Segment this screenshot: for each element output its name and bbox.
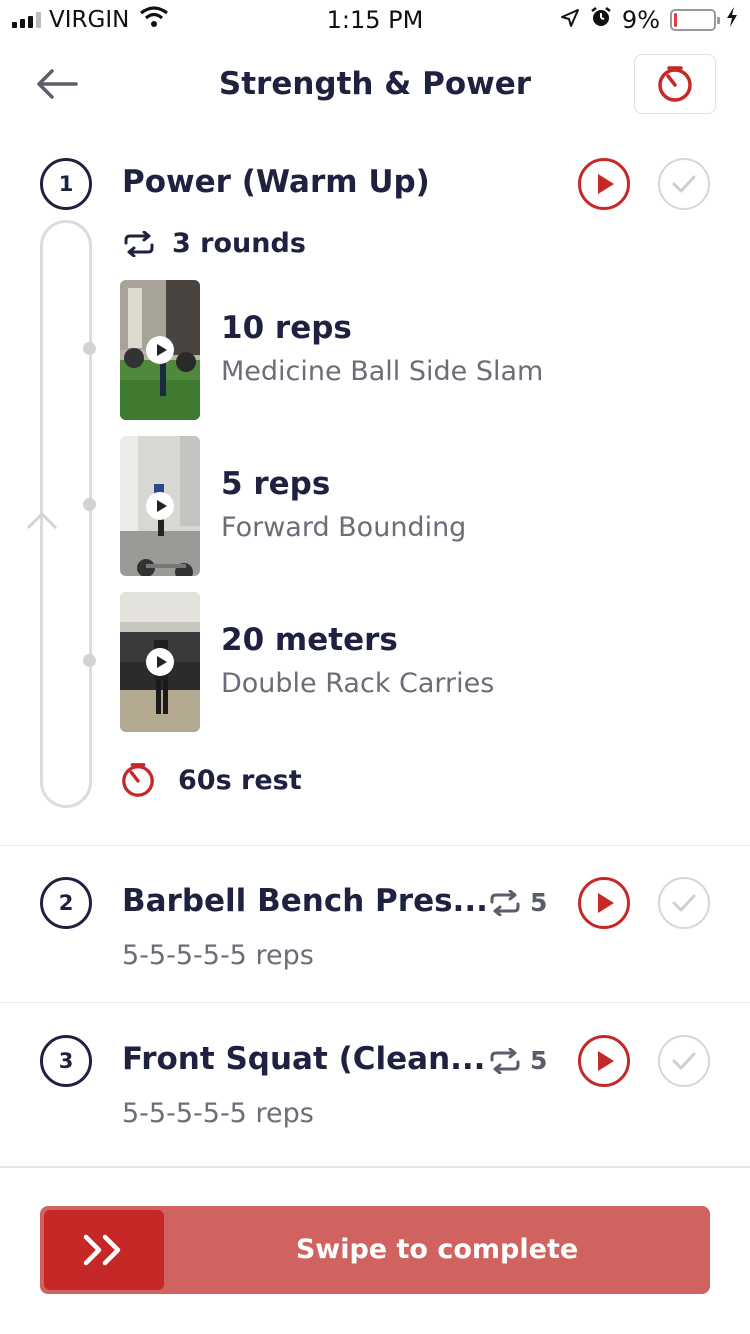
section-2-complete-button[interactable]: [658, 877, 710, 929]
track-dot: [83, 498, 96, 511]
exercise-quantity: 5 reps: [221, 466, 331, 502]
section-3-number: 3: [40, 1035, 92, 1087]
section-2-rounds: 5: [488, 888, 547, 917]
section-3-rounds: 5: [488, 1046, 547, 1075]
exercise-row[interactable]: 10 reps Medicine Ball Side Slam: [120, 280, 720, 420]
repeat-icon: [124, 230, 154, 257]
rest-label: 60s rest: [178, 764, 302, 796]
section-1-number: 1: [40, 158, 92, 210]
exercise-name: Double Rack Carries: [221, 668, 495, 699]
timer-icon: [122, 763, 154, 797]
status-bar: VIRGIN 1:15 PM 9%: [0, 0, 750, 40]
repeat-icon: [490, 889, 520, 916]
check-icon: [672, 1052, 696, 1070]
section-2-play-button[interactable]: [578, 877, 630, 929]
play-icon: [146, 492, 174, 520]
alarm-icon: [590, 6, 612, 34]
repeat-icon: [490, 1047, 520, 1074]
section-1-complete-button[interactable]: [658, 158, 710, 210]
swipe-to-complete-slider[interactable]: Swipe to complete: [40, 1206, 710, 1294]
swipe-handle[interactable]: [44, 1210, 164, 1290]
section-3-play-button[interactable]: [578, 1035, 630, 1087]
exercise-name: Forward Bounding: [221, 512, 467, 543]
rounds-count: 5: [530, 888, 548, 917]
rounds-count: 5: [530, 1046, 548, 1075]
track-dot: [83, 654, 96, 667]
timer-button[interactable]: [634, 54, 716, 114]
exercise-video-thumbnail[interactable]: [120, 436, 200, 576]
track-dot: [83, 342, 96, 355]
divider: [0, 845, 750, 846]
play-icon: [598, 174, 614, 194]
exercise-name: Medicine Ball Side Slam: [221, 356, 544, 387]
section-1-title[interactable]: Power (Warm Up): [122, 164, 430, 200]
rounds-label: 3 rounds: [172, 228, 306, 259]
section-3-title[interactable]: Front Squat (Clean...: [122, 1041, 485, 1077]
status-right: 9%: [560, 6, 738, 34]
exercise-row[interactable]: 20 meters Double Rack Carries: [120, 592, 720, 732]
header: Strength & Power: [0, 48, 750, 124]
play-icon: [598, 1051, 614, 1071]
section-1-rest: 60s rest: [120, 762, 302, 798]
swipe-label: Swipe to complete: [295, 1234, 579, 1265]
exercise-video-thumbnail[interactable]: [120, 280, 200, 420]
check-icon: [672, 175, 696, 193]
play-icon: [146, 648, 174, 676]
loop-arrow-icon: [26, 511, 58, 530]
exercise-quantity: 10 reps: [221, 310, 352, 346]
section-3-complete-button[interactable]: [658, 1035, 710, 1087]
exercise-video-thumbnail[interactable]: [120, 592, 200, 732]
exercise-quantity: 20 meters: [221, 622, 398, 658]
battery-percent: 9%: [621, 6, 660, 34]
charging-icon: [726, 6, 738, 34]
exercise-row[interactable]: 5 reps Forward Bounding: [120, 436, 720, 576]
location-icon: [560, 6, 580, 34]
section-2-number: 2: [40, 877, 92, 929]
section-2-reps: 5-5-5-5-5 reps: [122, 940, 314, 971]
double-chevron-right-icon: [83, 1234, 121, 1266]
footer-divider: [0, 1166, 750, 1168]
play-icon: [146, 336, 174, 364]
divider: [0, 1002, 750, 1003]
section-2-title[interactable]: Barbell Bench Pres...: [122, 883, 488, 919]
timer-icon: [658, 66, 692, 102]
section-1-play-button[interactable]: [578, 158, 630, 210]
check-icon: [672, 894, 696, 912]
battery-icon: [670, 9, 720, 31]
play-icon: [598, 893, 614, 913]
section-1-rounds: 3 rounds: [122, 228, 306, 259]
section-3-reps: 5-5-5-5-5 reps: [122, 1098, 314, 1129]
